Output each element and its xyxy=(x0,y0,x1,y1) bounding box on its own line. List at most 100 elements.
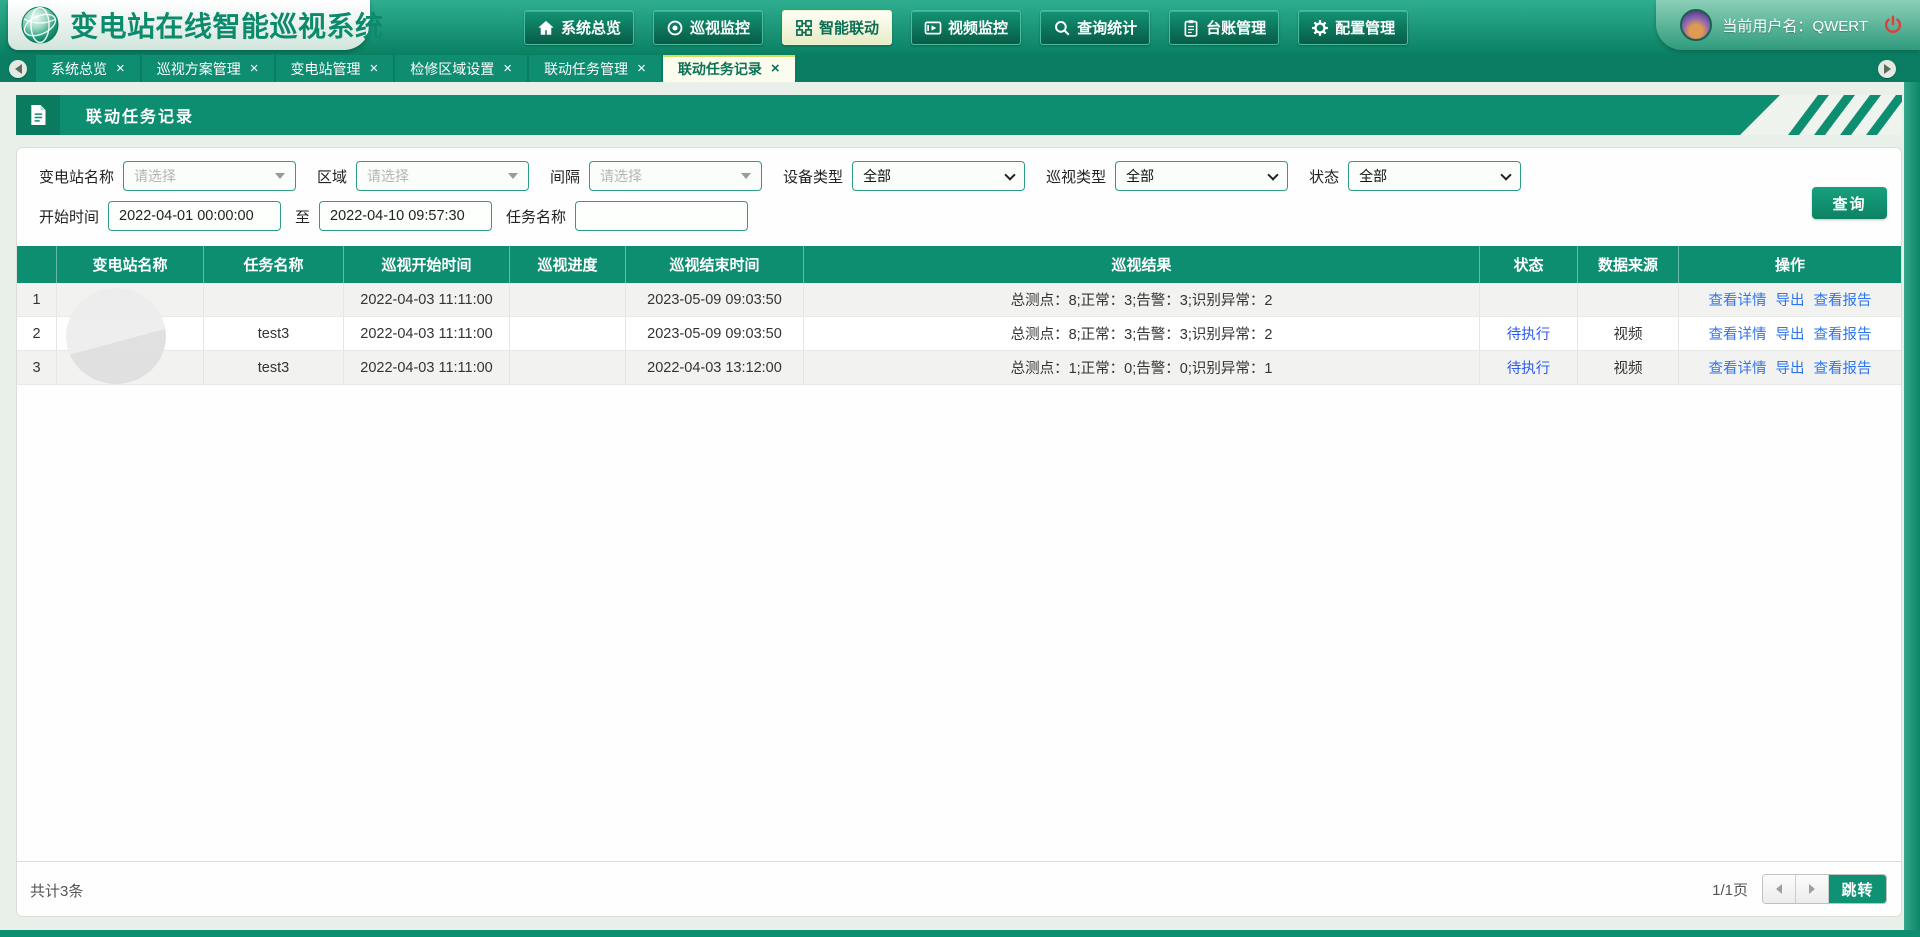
bay-select-placeholder: 请选择 xyxy=(600,166,642,186)
tab-bar: 系统总览×巡视方案管理×变电站管理×检修区域设置×联动任务管理×联动任务记录× xyxy=(0,55,1920,82)
device-type-filter-label: 设备类型 xyxy=(783,166,843,187)
prev-page-button[interactable] xyxy=(1763,875,1796,903)
filter-row-1: 变电站名称 请选择 区域 请选择 间隔 请选择 设备类型 全部 xyxy=(39,161,1521,191)
export-link[interactable]: 导出 xyxy=(1776,357,1805,378)
export-link[interactable]: 导出 xyxy=(1776,289,1805,310)
bay-filter-label: 间隔 xyxy=(550,166,580,187)
redaction-blob xyxy=(66,288,166,384)
view-detail-link[interactable]: 查看详情 xyxy=(1709,357,1767,378)
titlebar-stripes-decoration xyxy=(1712,95,1902,135)
tab-close-icon[interactable]: × xyxy=(116,61,125,76)
view-detail-link[interactable]: 查看详情 xyxy=(1709,323,1767,344)
tab-label: 巡视方案管理 xyxy=(157,59,241,79)
device-type-select[interactable]: 全部 xyxy=(853,162,1024,190)
nav-button-config[interactable]: 配置管理 xyxy=(1298,10,1408,45)
total-count: 共计3条 xyxy=(30,880,83,901)
ledger-icon xyxy=(1182,19,1200,37)
nav-button-ledger[interactable]: 台账管理 xyxy=(1169,10,1279,45)
nav-button-video[interactable]: 视频监控 xyxy=(911,10,1021,45)
tab-1[interactable]: 巡视方案管理 × xyxy=(142,55,274,82)
tab-close-icon[interactable]: × xyxy=(370,61,379,76)
status-select[interactable]: 全部 xyxy=(1349,162,1520,190)
tab-scroll-left-icon[interactable] xyxy=(9,60,27,78)
start-time-input[interactable] xyxy=(108,201,281,231)
export-link[interactable]: 导出 xyxy=(1776,323,1805,344)
task-name-input[interactable] xyxy=(575,201,748,231)
app-root: 系统总览巡视监控智能联动视频监控查询统计台账管理配置管理 变电站在线智 xyxy=(0,0,1920,937)
to-label: 至 xyxy=(295,206,310,227)
task-name-label: 任务名称 xyxy=(506,206,566,227)
patrol-type-select[interactable]: 全部 xyxy=(1116,162,1287,190)
cell-status: 待执行 xyxy=(1480,317,1578,350)
nav-label: 视频监控 xyxy=(948,17,1008,38)
cell-status: 待执行 xyxy=(1480,351,1578,384)
user-avatar[interactable] xyxy=(1680,9,1712,41)
jump-button[interactable]: 跳转 xyxy=(1829,875,1886,903)
next-page-button[interactable] xyxy=(1796,875,1829,903)
column-header-8: 数据来源 xyxy=(1578,246,1679,283)
home-icon xyxy=(537,19,555,37)
cell-progress xyxy=(510,317,626,350)
view-detail-link[interactable]: 查看详情 xyxy=(1709,289,1767,310)
cell-source xyxy=(1578,283,1679,316)
page-title-bar: 联动任务记录 xyxy=(16,95,1902,135)
patrol-type-filter-label: 巡视类型 xyxy=(1046,166,1106,187)
tab-4[interactable]: 联动任务管理 × xyxy=(529,55,661,82)
logout-power-icon[interactable] xyxy=(1882,14,1904,36)
nav-label: 巡视监控 xyxy=(690,17,750,38)
records-table: 变电站名称任务名称巡视开始时间巡视进度巡视结束时间巡视结果状态数据来源操作 12… xyxy=(17,246,1901,385)
station-filter-label: 变电站名称 xyxy=(39,166,114,187)
area-select[interactable]: 请选择 xyxy=(356,161,529,191)
nav-button-overview[interactable]: 系统总览 xyxy=(524,10,634,45)
area-select-placeholder: 请选择 xyxy=(367,166,409,186)
cell-start: 2022-04-03 11:11:00 xyxy=(344,283,510,316)
table-row: 12022-04-03 11:11:002023-05-09 09:03:50总… xyxy=(17,283,1901,317)
tab-close-icon[interactable]: × xyxy=(637,61,646,76)
tab-close-icon[interactable]: × xyxy=(771,61,780,76)
page-indicator: 1/1页 xyxy=(1712,879,1748,900)
tab-scroll-right-icon[interactable] xyxy=(1878,60,1896,78)
chevron-down-icon xyxy=(275,173,285,179)
tab-close-icon[interactable]: × xyxy=(503,61,512,76)
cell-progress xyxy=(510,351,626,384)
tab-0[interactable]: 系统总览× xyxy=(36,55,140,82)
nav-button-patrol[interactable]: 巡视监控 xyxy=(653,10,763,45)
view-report-link[interactable]: 查看报告 xyxy=(1814,357,1872,378)
tab-2[interactable]: 变电站管理× xyxy=(276,55,394,82)
station-select[interactable]: 请选择 xyxy=(123,161,296,191)
view-report-link[interactable]: 查看报告 xyxy=(1814,289,1872,310)
right-scrollbar-strip[interactable] xyxy=(1904,82,1920,937)
cell-result: 总测点：8;正常：3;告警：3;识别异常：2 xyxy=(804,317,1480,350)
logo-panel: 变电站在线智能巡视系统 xyxy=(8,0,370,50)
column-header-1: 变电站名称 xyxy=(57,246,204,283)
video-icon xyxy=(924,19,942,37)
cell-task: test3 xyxy=(204,317,344,350)
column-header-3: 巡视开始时间 xyxy=(344,246,510,283)
nav-button-query[interactable]: 查询统计 xyxy=(1040,10,1150,45)
document-icon xyxy=(16,95,60,135)
tab-close-icon[interactable]: × xyxy=(250,61,259,76)
start-time-label: 开始时间 xyxy=(39,206,99,227)
view-report-link[interactable]: 查看报告 xyxy=(1814,323,1872,344)
eye-icon xyxy=(666,19,684,37)
end-time-input[interactable] xyxy=(319,201,492,231)
table-footer: 共计3条 1/1页 跳转 xyxy=(17,861,1901,916)
cell-source: 视频 xyxy=(1578,317,1679,350)
table-header-row: 变电站名称任务名称巡视开始时间巡视进度巡视结束时间巡视结果状态数据来源操作 xyxy=(17,246,1901,283)
search-button[interactable]: 查询 xyxy=(1812,187,1887,219)
table-body: 12022-04-03 11:11:002023-05-09 09:03:50总… xyxy=(17,283,1901,385)
current-user-label: 当前用户名： xyxy=(1722,18,1812,35)
tab-3[interactable]: 检修区域设置× xyxy=(395,55,527,82)
nav-button-linkage[interactable]: 智能联动 xyxy=(782,10,892,45)
tab-label: 联动任务管理 xyxy=(544,59,628,79)
cell-actions: 查看详情导出查看报告 xyxy=(1679,317,1901,350)
bottom-frame-strip xyxy=(0,930,1920,937)
bay-select[interactable]: 请选择 xyxy=(589,161,762,191)
pagination: 1/1页 跳转 xyxy=(1712,874,1887,904)
tab-label: 联动任务记录 xyxy=(678,59,762,79)
column-header-5: 巡视结束时间 xyxy=(626,246,804,283)
column-header-6: 巡视结果 xyxy=(804,246,1480,283)
column-header-7: 状态 xyxy=(1480,246,1578,283)
user-panel: 当前用户名：QWERT xyxy=(1656,0,1920,50)
tab-5[interactable]: 联动任务记录 × xyxy=(663,55,795,82)
